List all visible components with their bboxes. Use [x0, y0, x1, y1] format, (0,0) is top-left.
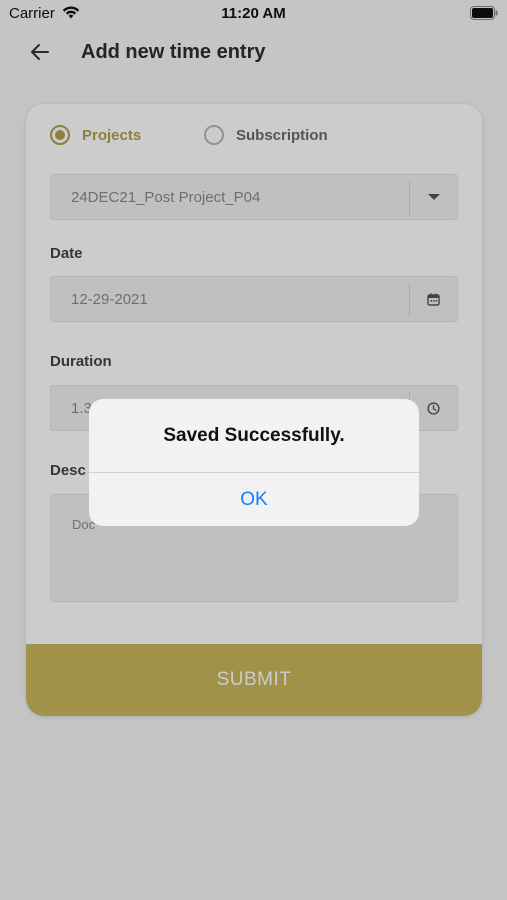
saved-alert-dialog: Saved Successfully. OK — [89, 399, 419, 526]
alert-ok-button[interactable]: OK — [89, 473, 419, 526]
alert-title: Saved Successfully. — [163, 425, 345, 446]
